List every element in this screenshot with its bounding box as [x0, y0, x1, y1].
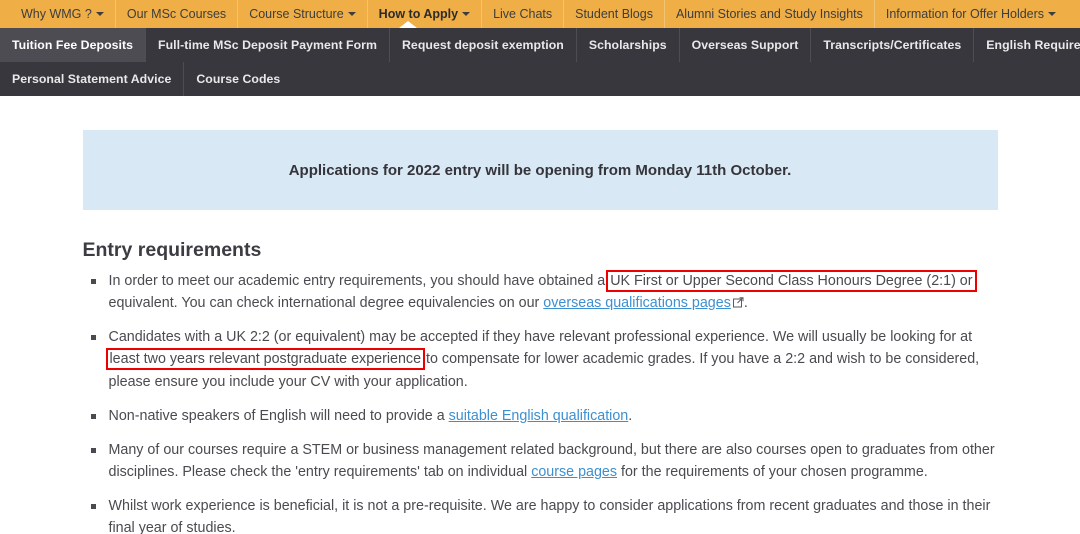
nav-item-label: Course Structure [249, 8, 343, 21]
bullet3-text-part1: Non-native speakers of English will need… [109, 408, 449, 424]
subnav-row-1: Tuition Fee Deposits Full-time MSc Depos… [0, 28, 1080, 62]
subnav-item-label: Transcripts/Certificates [823, 38, 961, 52]
nav-item-offer-holders[interactable]: Information for Offer Holders [874, 0, 1067, 28]
bullet5-text: Whilst work experience is beneficial, it… [109, 498, 991, 534]
highlight-box-degree-requirement: UK First or Upper Second Class Honours D… [609, 273, 973, 289]
announcement-banner: Applications for 2022 entry will be open… [83, 130, 998, 210]
nav-item-alumni-stories[interactable]: Alumni Stories and Study Insights [664, 0, 874, 28]
link-overseas-qualifications-pages[interactable]: overseas qualifications pages [543, 295, 731, 311]
secondary-navigation: Tuition Fee Deposits Full-time MSc Depos… [0, 28, 1080, 96]
list-item: Candidates with a UK 2:2 (or equivalent)… [83, 326, 998, 392]
bullet4-text-part2: for the requirements of your chosen prog… [617, 464, 928, 480]
nav-item-label: Information for Offer Holders [886, 8, 1044, 21]
list-item: In order to meet our academic entry requ… [83, 270, 998, 314]
chevron-down-icon [96, 12, 104, 16]
list-item: Whilst work experience is beneficial, it… [83, 495, 998, 534]
subnav-row-2: Personal Statement Advice Course Codes [0, 62, 1080, 96]
subnav-item-label: Personal Statement Advice [12, 72, 171, 86]
subnav-item-overseas-support[interactable]: Overseas Support [679, 28, 811, 62]
nav-item-label: Student Blogs [575, 8, 653, 21]
subnav-item-english-requirements[interactable]: English Requirements [973, 28, 1080, 62]
nav-item-label: Our MSc Courses [127, 8, 226, 21]
content-container: Applications for 2022 entry will be open… [83, 96, 998, 534]
nav-item-live-chats[interactable]: Live Chats [481, 0, 563, 28]
highlight-box-postgraduate-experience: least two years relevant postgraduate ex… [109, 351, 423, 367]
subnav-item-label: Scholarships [589, 38, 667, 52]
nav-item-how-to-apply[interactable]: How to Apply [367, 0, 481, 28]
nav-item-why-wmg[interactable]: Why WMG ? [10, 0, 115, 28]
chevron-down-icon [348, 12, 356, 16]
subnav-item-label: English Requirements [986, 38, 1080, 52]
subnav-item-course-codes[interactable]: Course Codes [183, 62, 292, 96]
subnav-item-scholarships[interactable]: Scholarships [576, 28, 679, 62]
nav-item-course-structure[interactable]: Course Structure [237, 0, 366, 28]
chevron-down-icon [462, 12, 470, 16]
page-title: Entry requirements [83, 239, 998, 262]
nav-item-label: Live Chats [493, 8, 552, 21]
subnav-item-label: Request deposit exemption [402, 38, 564, 52]
nav-item-our-msc-courses[interactable]: Our MSc Courses [115, 0, 237, 28]
chevron-down-icon [1048, 12, 1056, 16]
subnav-item-label: Overseas Support [692, 38, 799, 52]
link-course-pages[interactable]: course pages [531, 464, 617, 480]
entry-requirements-list: In order to meet our academic entry requ… [83, 270, 998, 534]
link-suitable-english-qualification[interactable]: suitable English qualification [449, 408, 629, 424]
subnav-item-deposit-payment-form[interactable]: Full-time MSc Deposit Payment Form [145, 28, 389, 62]
active-nav-pointer-icon [399, 21, 417, 28]
list-item: Many of our courses require a STEM or bu… [83, 439, 998, 483]
subnav-item-transcripts-certificates[interactable]: Transcripts/Certificates [810, 28, 973, 62]
subnav-item-label: Tuition Fee Deposits [12, 38, 133, 52]
nav-item-student-blogs[interactable]: Student Blogs [563, 0, 664, 28]
nav-item-label: Alumni Stories and Study Insights [676, 8, 863, 21]
subnav-item-request-deposit-exemption[interactable]: Request deposit exemption [389, 28, 576, 62]
list-item: Non-native speakers of English will need… [83, 405, 998, 427]
primary-navigation: Why WMG ? Our MSc Courses Course Structu… [0, 0, 1080, 28]
subnav-item-tuition-fee-deposits[interactable]: Tuition Fee Deposits [0, 28, 145, 62]
subnav-item-label: Course Codes [196, 72, 280, 86]
external-link-icon [733, 297, 744, 308]
bullet1-text-part3: . [744, 295, 748, 311]
subnav-item-label: Full-time MSc Deposit Payment Form [158, 38, 377, 52]
nav-item-label: Why WMG ? [21, 8, 92, 21]
bullet3-text-part2: . [628, 408, 632, 424]
nav-item-label: How to Apply [379, 8, 458, 21]
subnav-item-personal-statement-advice[interactable]: Personal Statement Advice [0, 62, 183, 96]
page-content: Applications for 2022 entry will be open… [0, 96, 1080, 534]
bullet1-text-part1: In order to meet our academic entry requ… [109, 273, 610, 289]
bullet1-text-part2: equivalent. You can check international … [109, 295, 544, 311]
announcement-banner-text: Applications for 2022 entry will be open… [289, 162, 792, 179]
bullet2-text-part1: Candidates with a UK 2:2 (or equivalent)… [109, 329, 973, 345]
